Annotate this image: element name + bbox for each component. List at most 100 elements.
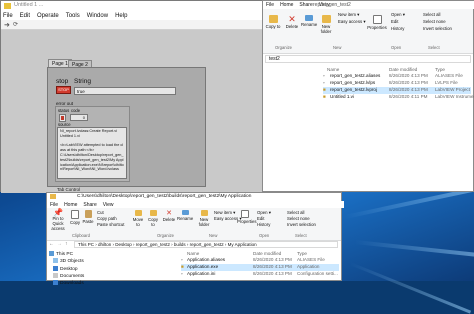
rename-icon bbox=[305, 15, 313, 21]
file-icon: ▫ bbox=[323, 73, 325, 78]
file-name: report_gen_test2.lvlps bbox=[330, 80, 376, 85]
file-type: ALIASES File bbox=[297, 257, 325, 262]
paste-shortcut-button[interactable]: Paste shortcut bbox=[97, 222, 124, 227]
labview-vi-icon: ■ bbox=[323, 94, 326, 99]
new-folder-icon bbox=[200, 210, 208, 216]
group-organize: Organize bbox=[275, 45, 292, 50]
file-date: 8/26/2020 4:13 PM bbox=[389, 73, 428, 78]
explorer-window-top: File Home Share View report_gen_test2 Co… bbox=[262, 0, 474, 192]
copy-to-button[interactable]: Copy to bbox=[146, 210, 160, 227]
invert-selection-button[interactable]: Invert selection bbox=[287, 222, 316, 227]
paste-icon bbox=[84, 210, 92, 218]
menu-help[interactable]: Help bbox=[115, 13, 127, 19]
breadcrumb-my-application[interactable]: My Application bbox=[228, 242, 257, 247]
copy-button[interactable]: Copy bbox=[69, 210, 81, 225]
ribbon-tab-file[interactable]: File bbox=[50, 202, 58, 208]
open-button[interactable]: Open ▾ bbox=[391, 12, 405, 17]
menu-operate[interactable]: Operate bbox=[37, 13, 59, 19]
properties-button[interactable]: Properties bbox=[237, 210, 257, 224]
copy-path-button[interactable]: Copy path bbox=[97, 216, 117, 221]
up-arrow-icon[interactable]: ↑ bbox=[65, 241, 73, 248]
invert-selection-button[interactable]: Invert selection bbox=[423, 26, 452, 31]
menu-file[interactable]: File bbox=[3, 13, 13, 19]
select-none-button[interactable]: Select none bbox=[287, 216, 310, 221]
edit-button[interactable]: Edit bbox=[257, 216, 264, 221]
delete-button[interactable]: ✕ Delete bbox=[285, 14, 299, 30]
ribbon-tab-share[interactable]: Share bbox=[83, 202, 96, 208]
table-row-selected[interactable]: ■ report_gen_test2.lvproj 8/26/2020 4:13… bbox=[323, 87, 471, 94]
ribbon-tab-home[interactable]: Home bbox=[280, 2, 293, 8]
file-date: 8/26/2020 4:13 PM bbox=[253, 257, 292, 262]
rename-button[interactable]: Rename bbox=[301, 15, 317, 27]
pin-quick-access-button[interactable]: 📌 Pin to Quick access bbox=[49, 209, 67, 232]
breadcrumb-desktop[interactable]: Desktop bbox=[115, 242, 132, 247]
breadcrumb-builds[interactable]: builds bbox=[174, 242, 186, 247]
ribbon-tab-home[interactable]: Home bbox=[64, 202, 77, 208]
copy-to-button[interactable]: Copy to bbox=[265, 15, 281, 29]
ribbon-tab-share[interactable]: Share bbox=[299, 2, 312, 8]
labview-app-icon bbox=[4, 3, 11, 9]
menu-edit[interactable]: Edit bbox=[20, 13, 30, 19]
move-to-button[interactable]: Move to bbox=[131, 210, 145, 227]
menu-tools[interactable]: Tools bbox=[66, 13, 80, 19]
select-none-button[interactable]: Select none bbox=[423, 19, 446, 24]
nav-this-pc[interactable]: This PC bbox=[49, 251, 89, 258]
menu-window[interactable]: Window bbox=[87, 13, 108, 19]
light-beam bbox=[354, 240, 474, 258]
string-indicator: true bbox=[74, 87, 176, 95]
select-all-button[interactable]: Select all bbox=[423, 12, 440, 17]
file-type: LabVIEW Instrument bbox=[435, 94, 474, 99]
nav-3d-objects[interactable]: 3D Objects bbox=[49, 258, 89, 265]
edit-button[interactable]: Edit bbox=[391, 19, 398, 24]
table-row[interactable]: ▫ Application.aliases 8/26/2020 4:13 PM … bbox=[181, 257, 339, 264]
table-row-selected[interactable]: ■ Application.exe 8/26/2020 4:13 PM Appl… bbox=[181, 264, 339, 271]
easy-access-button[interactable]: Easy access ▾ bbox=[338, 19, 365, 24]
delete-button[interactable]: ✕ Delete bbox=[162, 210, 176, 222]
stop-button[interactable]: STOP bbox=[56, 86, 71, 94]
ribbon-top: Copy to ✕ Delete Rename New folder New it… bbox=[263, 9, 473, 54]
new-item-button[interactable]: New item ▾ bbox=[338, 12, 359, 17]
breadcrumb[interactable]: This PC › dhilton › Desktop › report_gen… bbox=[74, 241, 338, 248]
nav-desktop[interactable]: Desktop bbox=[49, 265, 89, 273]
copy-icon bbox=[71, 210, 79, 219]
ribbon-tabs-top: File Home Share View bbox=[263, 1, 474, 9]
history-button[interactable]: History bbox=[257, 222, 270, 227]
run-arrow-icon[interactable]: ➜ bbox=[4, 21, 10, 29]
file-icon: ▫ bbox=[181, 257, 183, 262]
table-row[interactable]: ▫ Application.ini 8/26/2020 4:13 PM Conf… bbox=[181, 271, 339, 278]
explorer-bottom-title-bar: C:\Users\dhilton\Desktop\report_gen_test… bbox=[47, 193, 341, 201]
group-select: Select bbox=[295, 233, 307, 238]
history-button[interactable]: History bbox=[391, 26, 404, 31]
ribbon-bottom: 📌 Pin to Quick access Copy Paste Cut Copy… bbox=[47, 208, 341, 241]
table-row[interactable]: ▫ report_gen_test2.aliases 8/26/2020 4:1… bbox=[323, 73, 471, 80]
address-bar-top[interactable]: test2 bbox=[265, 55, 471, 63]
new-folder-button[interactable]: New folder bbox=[197, 210, 211, 227]
breadcrumb-this-pc[interactable]: This PC bbox=[78, 242, 94, 247]
rename-button[interactable]: Rename bbox=[177, 210, 193, 221]
labview-window: Untitled 1 ... File Edit Operate Tools W… bbox=[0, 0, 263, 193]
nav-documents[interactable]: Documents bbox=[49, 272, 89, 280]
paste-button[interactable]: Paste bbox=[82, 210, 94, 224]
breadcrumb-report-gen-test2[interactable]: report_gen_test2 bbox=[136, 242, 170, 247]
ribbon-tab-view[interactable]: View bbox=[103, 202, 114, 208]
run-continuously-icon[interactable]: ⟳ bbox=[13, 21, 18, 28]
cut-button[interactable]: Cut bbox=[97, 210, 104, 215]
file-type: Configuration setti... bbox=[297, 271, 338, 276]
ribbon-tab-file[interactable]: File bbox=[266, 2, 274, 8]
new-folder-button[interactable]: New folder bbox=[318, 15, 334, 34]
properties-button[interactable]: Properties bbox=[367, 15, 387, 30]
table-row[interactable]: ■ Untitled 1.vi 8/26/2020 4:11 PM LabVIE… bbox=[323, 94, 474, 101]
breadcrumb-dhilton[interactable]: dhilton bbox=[98, 242, 111, 247]
select-all-button[interactable]: Select all bbox=[287, 210, 304, 215]
application-icon: ■ bbox=[181, 264, 184, 269]
nav-downloads[interactable]: Downloads bbox=[49, 280, 89, 287]
breadcrumb-report-gen-test2-build[interactable]: report_gen_test2 bbox=[190, 242, 224, 247]
table-row[interactable]: ▫ report_gen_test2.lvlps 8/26/2020 4:13 … bbox=[323, 80, 471, 87]
file-name: report_gen_test2.aliases bbox=[330, 73, 381, 78]
new-item-button[interactable]: New item ▾ bbox=[214, 210, 235, 215]
move-to-icon bbox=[134, 210, 142, 216]
group-new: New bbox=[209, 233, 218, 238]
delete-icon: ✕ bbox=[288, 14, 296, 24]
group-new: New bbox=[333, 45, 342, 50]
open-button[interactable]: Open ▾ bbox=[257, 210, 271, 215]
